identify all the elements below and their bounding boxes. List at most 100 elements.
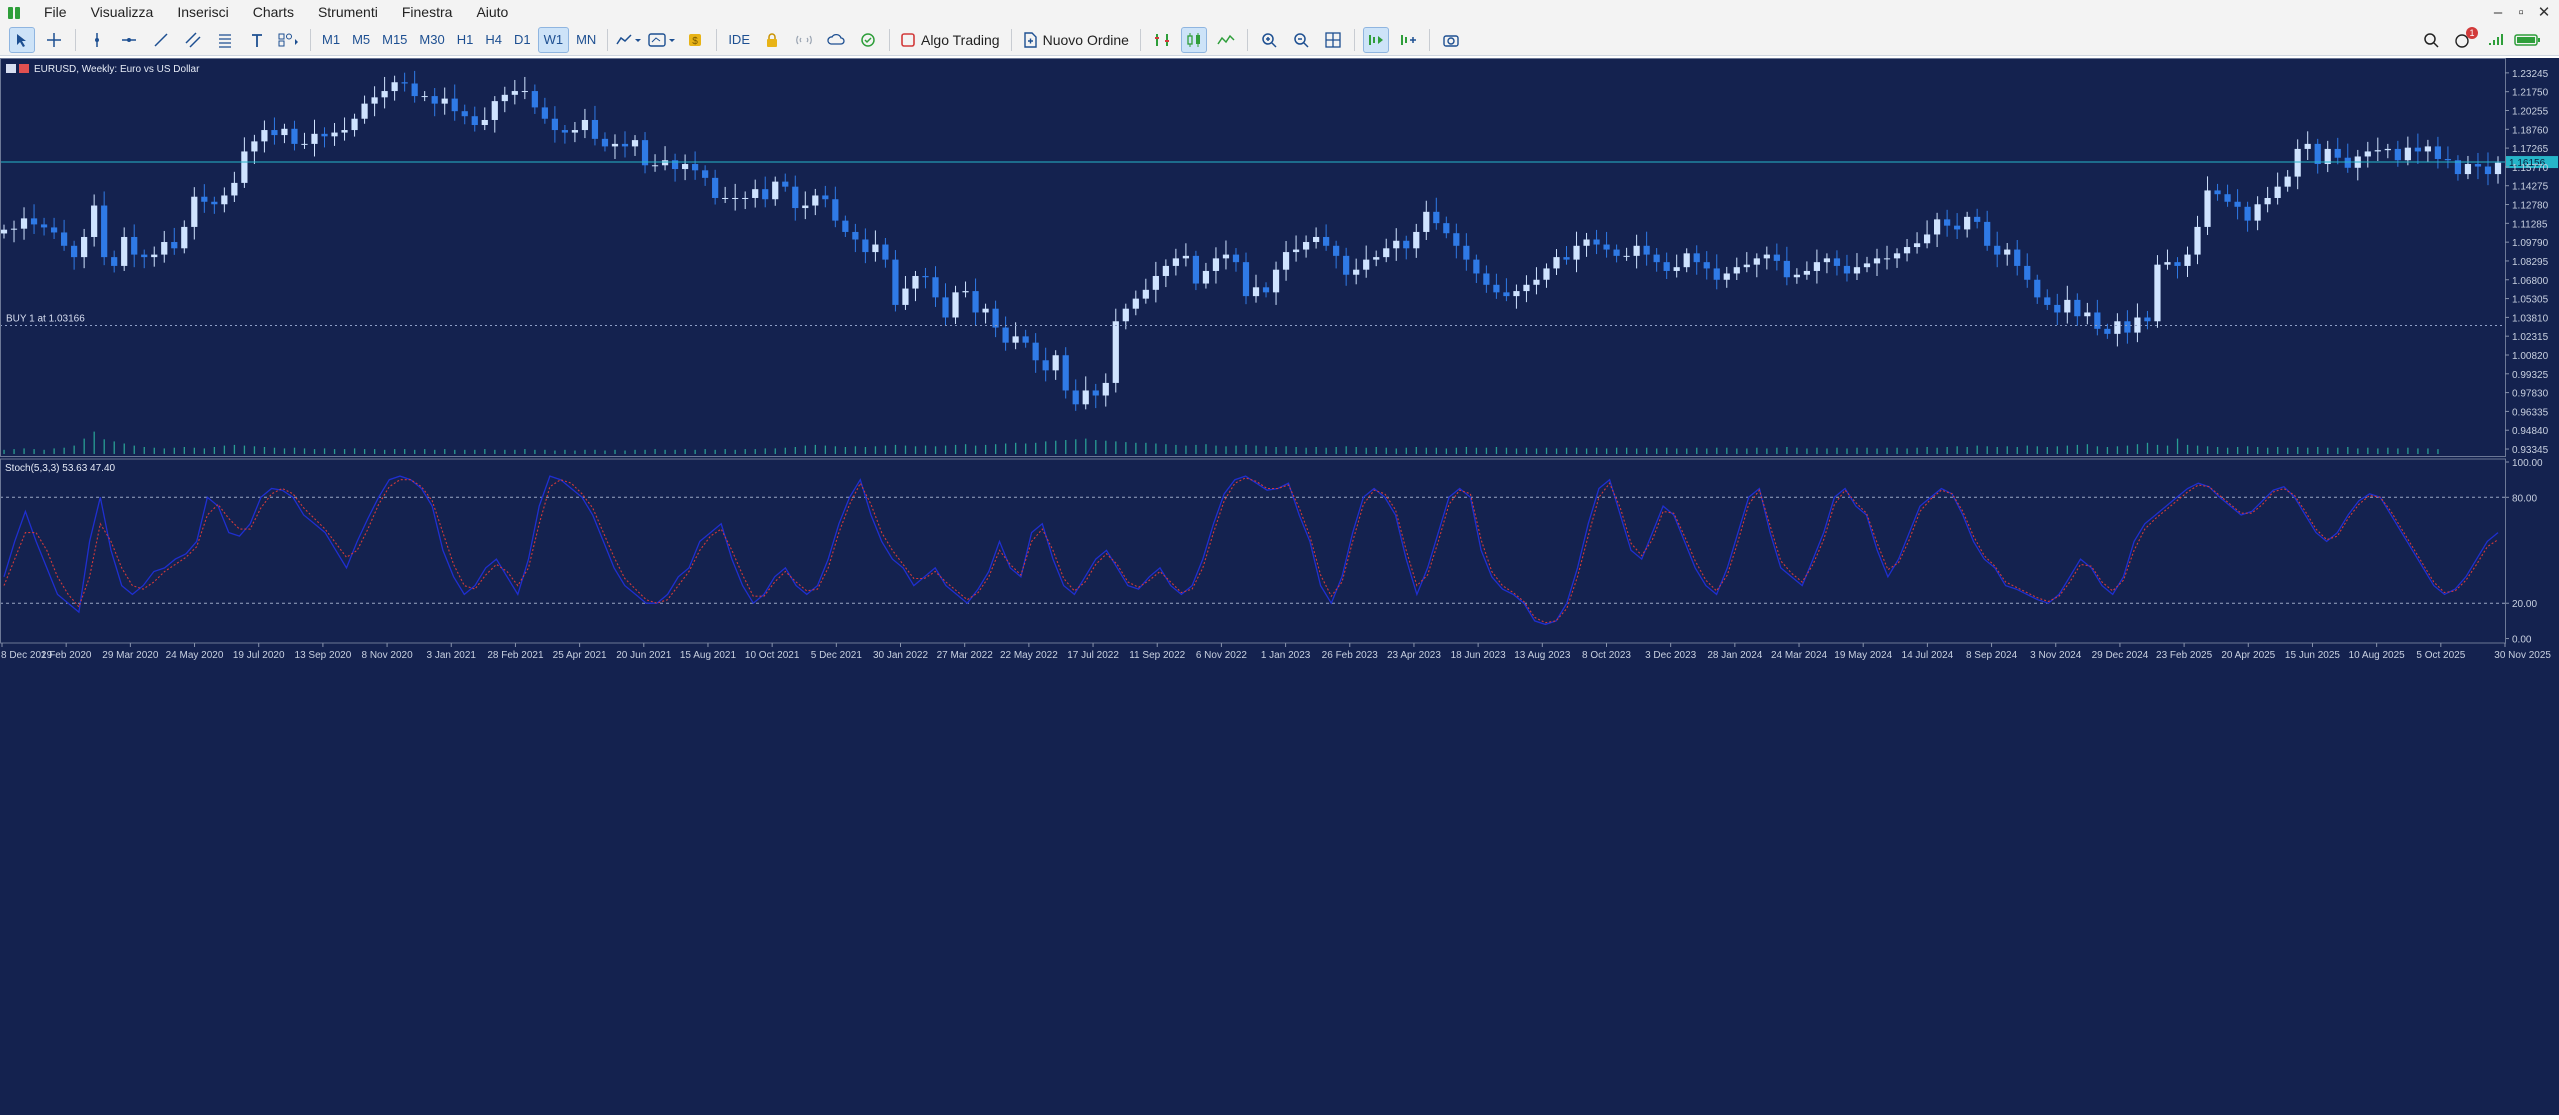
chart-window[interactable]: 1.16156 BUY 1 at 1.03166 100.00 80.00 20.00…	[0, 58, 2559, 1115]
lock-icon[interactable]	[759, 27, 785, 53]
ide-button[interactable]: IDE	[723, 27, 755, 53]
search-icon[interactable]	[2418, 27, 2444, 53]
volume-bar	[1595, 447, 1598, 454]
menu-charts[interactable]: Charts	[241, 0, 306, 25]
volume-bar	[504, 449, 506, 454]
timeframe-mn[interactable]: MN	[571, 27, 601, 53]
menu-insert[interactable]: Inserisci	[165, 0, 240, 25]
candle-body	[271, 130, 278, 136]
channel-icon[interactable]	[180, 27, 206, 53]
volume-bar	[774, 448, 776, 454]
shapes-icon[interactable]	[276, 27, 302, 53]
depth-icon[interactable]	[1149, 27, 1175, 53]
candle-body	[2204, 190, 2211, 227]
candle-body	[2254, 204, 2261, 221]
timeframe-m30[interactable]: M30	[414, 27, 449, 53]
volume-bar	[1475, 447, 1478, 454]
candle-body	[1523, 284, 1530, 292]
signal-strength-icon[interactable]	[2482, 27, 2508, 53]
volume-bar	[2156, 444, 2159, 454]
candle-body	[1933, 219, 1941, 235]
date-axis-label: 27 Mar 2022	[937, 650, 994, 661]
vertical-line-icon[interactable]	[84, 27, 110, 53]
market-icon[interactable]	[855, 27, 881, 53]
horizontal-line-icon[interactable]	[116, 27, 142, 53]
autoscroll-icon[interactable]	[1362, 27, 1389, 53]
volume-bar	[1125, 442, 1127, 454]
volume-bar	[2347, 447, 2349, 454]
timeframe-m15[interactable]: M15	[377, 27, 412, 53]
chart-canvas[interactable]: 1.16156BUY 1 at 1.03166 100.0080.0020.00…	[0, 58, 2559, 1115]
volume-bar	[1565, 447, 1568, 454]
volume-bar	[2307, 447, 2309, 454]
volume-bar	[564, 449, 566, 454]
chart-trade-icon[interactable]	[19, 64, 29, 73]
close-icon[interactable]: ✕	[2530, 0, 2558, 25]
screenshot-icon[interactable]	[1438, 27, 1464, 53]
date-axis-label: 30 Nov 2025	[2494, 650, 2551, 661]
cursor-icon[interactable]	[9, 27, 35, 53]
volume-bar	[1986, 446, 1988, 454]
menu-tools[interactable]: Strumenti	[306, 0, 390, 25]
chart-shift-icon[interactable]	[1395, 27, 1421, 53]
candle-body	[802, 205, 809, 209]
candle-body	[1533, 279, 1540, 285]
candle-body	[2404, 147, 2411, 161]
candle-body	[1282, 252, 1290, 270]
menu-help[interactable]: Aiuto	[464, 0, 520, 25]
chart-menu-icon[interactable]	[6, 64, 16, 73]
fibonacci-icon[interactable]	[212, 27, 238, 53]
volume-bar	[884, 445, 887, 454]
candle-body	[2424, 146, 2431, 152]
zoom-out-icon[interactable]	[1288, 27, 1314, 53]
timeframe-m1[interactable]: M1	[317, 27, 345, 53]
volume-bar	[1075, 439, 1077, 454]
price-pane-border	[0, 58, 2506, 457]
candles-icon[interactable]	[1180, 27, 1207, 53]
menu-file[interactable]: File	[32, 0, 79, 25]
volume-bar	[293, 447, 296, 454]
candle-body	[1423, 211, 1430, 232]
line-chart-icon[interactable]	[1213, 27, 1239, 53]
indicators-icon[interactable]	[616, 27, 642, 53]
zoom-in-icon[interactable]	[1256, 27, 1282, 53]
new-order-button[interactable]: Nuovo Ordine	[1017, 27, 1135, 53]
timeframe-d1[interactable]: D1	[509, 27, 536, 53]
templates-icon[interactable]	[648, 27, 676, 53]
volume-bar	[764, 448, 766, 454]
text-icon[interactable]	[244, 27, 270, 53]
volume-bar	[103, 439, 105, 454]
candle-body	[2384, 148, 2391, 151]
algo-trading-button[interactable]: Algo Trading	[895, 27, 1006, 53]
stoch-pane-border	[0, 458, 2506, 644]
candle-body	[1553, 257, 1560, 269]
volume-bar	[1646, 447, 1648, 454]
stoch-axis-label: 20.00	[2512, 599, 2537, 610]
candle-body	[441, 98, 448, 104]
crosshair-icon[interactable]	[41, 27, 67, 53]
gold-coin-icon[interactable]: $	[682, 27, 708, 53]
menu-view[interactable]: Visualizza	[79, 0, 166, 25]
volume-bar	[654, 449, 656, 454]
grid-icon[interactable]	[1320, 27, 1346, 53]
menu-window[interactable]: Finestra	[390, 0, 465, 25]
timeframe-h1[interactable]: H1	[452, 27, 479, 53]
volume-bar	[734, 449, 736, 454]
date-axis-label: 3 Nov 2024	[2030, 650, 2082, 661]
timeframe-h4[interactable]: H4	[480, 27, 507, 53]
candle-body	[531, 91, 538, 108]
date-axis-label: 5 Oct 2025	[2416, 650, 2465, 661]
candle-body	[461, 111, 468, 117]
candle-body	[1493, 284, 1500, 293]
signal-icon[interactable]	[791, 27, 817, 53]
volume-bar	[2437, 449, 2439, 454]
timeframe-w1[interactable]: W1	[537, 27, 570, 53]
candle-body	[1152, 275, 1159, 290]
trendline-icon[interactable]	[148, 27, 174, 53]
volume-bar	[1916, 447, 1918, 454]
timeframe-m5[interactable]: M5	[347, 27, 375, 53]
volume-bar	[2246, 446, 2249, 454]
volume-bar	[944, 445, 947, 454]
cloud-icon[interactable]	[823, 27, 849, 53]
notifications-icon[interactable]: 1	[2450, 27, 2478, 53]
